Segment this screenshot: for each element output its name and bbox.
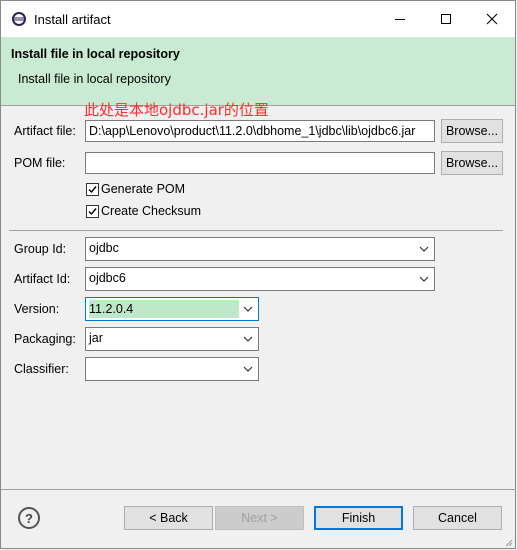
artifact-id-label: Artifact Id:: [14, 272, 71, 286]
help-icon[interactable]: ?: [18, 507, 40, 529]
chevron-down-icon: [419, 276, 429, 282]
banner-description: Install file in local repository: [18, 72, 171, 86]
version-value: 11.2.0.4: [89, 300, 239, 318]
packaging-value: jar: [89, 331, 103, 345]
artifact-file-input[interactable]: D:\app\Lenovo\product\11.2.0\dbhome_1\jd…: [85, 120, 435, 142]
checkmark-icon: [88, 208, 97, 216]
finish-button[interactable]: Finish: [314, 506, 403, 530]
close-button[interactable]: [469, 1, 515, 37]
pom-file-browse-button[interactable]: Browse...: [441, 151, 503, 175]
artifact-id-combo[interactable]: ojdbc6: [85, 267, 435, 291]
back-button[interactable]: < Back: [124, 506, 213, 530]
section-divider: [9, 230, 503, 231]
packaging-combo[interactable]: jar: [85, 327, 259, 351]
create-checksum-label: Create Checksum: [101, 204, 202, 218]
generate-pom-label: Generate POM: [101, 182, 186, 196]
create-checksum-checkbox[interactable]: [86, 205, 99, 218]
eclipse-icon: [12, 12, 26, 26]
minimize-button[interactable]: [377, 1, 423, 37]
next-button[interactable]: Next >: [215, 506, 304, 530]
chevron-down-icon: [419, 246, 429, 252]
maximize-button[interactable]: [423, 1, 469, 37]
footer-divider: [1, 489, 516, 490]
resize-grip-icon: [505, 539, 513, 547]
resize-grip[interactable]: [503, 536, 513, 547]
window-title: Install artifact: [34, 12, 111, 27]
artifact-file-label: Artifact file:: [14, 124, 76, 138]
group-id-label: Group Id:: [14, 242, 67, 256]
generate-pom-checkbox[interactable]: [86, 183, 99, 196]
version-highlight: 11.2.0.4: [88, 300, 239, 318]
group-id-combo[interactable]: ojdbc: [85, 237, 435, 261]
annotation-text: 此处是本地ojdbc.jar的位置: [84, 101, 269, 119]
header-banner: Install file in local repository Install…: [1, 37, 515, 105]
banner-title: Install file in local repository: [11, 47, 180, 61]
group-id-value: ojdbc: [89, 241, 119, 255]
classifier-combo[interactable]: [85, 357, 259, 381]
chevron-down-icon: [243, 306, 253, 312]
chevron-down-icon: [243, 336, 253, 342]
cancel-button[interactable]: Cancel: [413, 506, 502, 530]
title-bar[interactable]: Install artifact: [1, 1, 515, 37]
pom-file-input[interactable]: [85, 152, 435, 174]
maximize-icon: [441, 14, 451, 24]
pom-file-label: POM file:: [14, 156, 66, 170]
checkmark-icon: [88, 186, 97, 194]
chevron-down-icon: [243, 366, 253, 372]
version-label: Version:: [14, 302, 60, 316]
minimize-icon: [395, 19, 405, 20]
install-artifact-dialog: Install artifact Install file in local r…: [0, 0, 516, 549]
packaging-label: Packaging:: [14, 332, 76, 346]
close-icon: [486, 13, 498, 25]
artifact-id-value: ojdbc6: [89, 271, 126, 285]
version-combo[interactable]: 11.2.0.4: [85, 297, 259, 321]
classifier-label: Classifier:: [14, 362, 69, 376]
artifact-file-browse-button[interactable]: Browse...: [441, 119, 503, 143]
